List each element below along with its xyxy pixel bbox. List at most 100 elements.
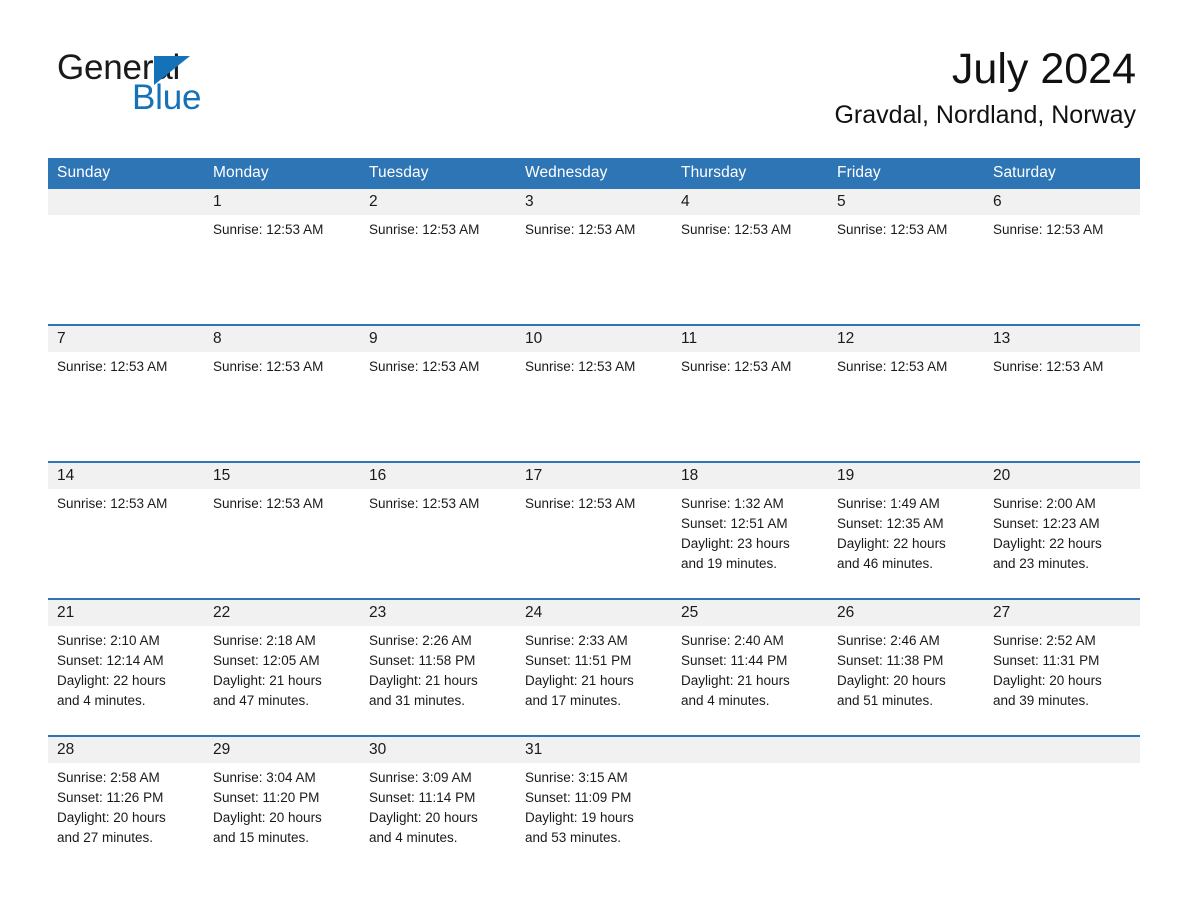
day-number-band — [984, 737, 1140, 763]
weekday-header-friday: Friday — [828, 158, 984, 189]
day-cell-body: Sunrise: 2:58 AM Sunset: 11:26 PM Daylig… — [48, 763, 204, 848]
sun-times-text: Sunrise: 12:53 AM — [213, 496, 324, 511]
calendar-day-cell[interactable]: 6 Sunrise: 12:53 AM — [984, 189, 1140, 325]
day-cell-body: Sunrise: 12:53 AM — [984, 215, 1140, 240]
calendar-day-cell[interactable]: 15 Sunrise: 12:53 AM — [204, 462, 360, 599]
calendar-day-cell[interactable]: 13 Sunrise: 12:53 AM — [984, 325, 1140, 462]
calendar-day-cell[interactable]: 22 Sunrise: 2:18 AM Sunset: 12:05 AM Dayl… — [204, 599, 360, 736]
day-number-band: 9 — [360, 326, 516, 352]
day-number-band: 4 — [672, 189, 828, 215]
sun-times-text: Sunrise: 2:26 AM Sunset: 11:58 PM Daylig… — [369, 633, 478, 708]
calendar-day-cell[interactable]: 12 Sunrise: 12:53 AM — [828, 325, 984, 462]
day-number-band: 24 — [516, 600, 672, 626]
sun-times-text: Sunrise: 12:53 AM — [525, 496, 636, 511]
day-number-band: 10 — [516, 326, 672, 352]
calendar-day-cell[interactable]: 4 Sunrise: 12:53 AM — [672, 189, 828, 325]
day-cell-body: Sunrise: 12:53 AM — [672, 352, 828, 377]
calendar-day-cell[interactable]: 30 Sunrise: 3:09 AM Sunset: 11:14 PM Dayl… — [360, 736, 516, 855]
page-title: July 2024 — [951, 45, 1136, 93]
day-number-band — [48, 189, 204, 215]
day-number: 8 — [213, 330, 222, 347]
day-number-band: 5 — [828, 189, 984, 215]
calendar-day-cell[interactable]: 16 Sunrise: 12:53 AM — [360, 462, 516, 599]
day-number: 24 — [525, 604, 543, 621]
sun-times-text: Sunrise: 2:00 AM Sunset: 12:23 AM Daylig… — [993, 496, 1102, 571]
day-number: 21 — [57, 604, 75, 621]
day-number-band: 3 — [516, 189, 672, 215]
sun-times-text: Sunrise: 12:53 AM — [213, 359, 324, 374]
day-number-band: 14 — [48, 463, 204, 489]
calendar-day-cell[interactable]: 31 Sunrise: 3:15 AM Sunset: 11:09 PM Dayl… — [516, 736, 672, 855]
calendar-day-cell[interactable]: 9 Sunrise: 12:53 AM — [360, 325, 516, 462]
calendar-day-cell[interactable]: 3 Sunrise: 12:53 AM — [516, 189, 672, 325]
sun-times-text: Sunrise: 12:53 AM — [525, 222, 636, 237]
sun-times-text: Sunrise: 12:53 AM — [993, 359, 1104, 374]
sun-times-text: Sunrise: 12:53 AM — [369, 496, 480, 511]
sun-times-text: Sunrise: 3:15 AM Sunset: 11:09 PM Daylig… — [525, 770, 634, 845]
day-cell-body: Sunrise: 12:53 AM — [516, 215, 672, 240]
day-number-band: 16 — [360, 463, 516, 489]
weekday-header-tuesday: Tuesday — [360, 158, 516, 189]
calendar-day-cell[interactable]: 28 Sunrise: 2:58 AM Sunset: 11:26 PM Dayl… — [48, 736, 204, 855]
day-cell-body: Sunrise: 3:09 AM Sunset: 11:14 PM Daylig… — [360, 763, 516, 848]
calendar-day-cell[interactable]: 8 Sunrise: 12:53 AM — [204, 325, 360, 462]
day-number: 9 — [369, 330, 378, 347]
calendar-day-cell[interactable]: 10 Sunrise: 12:53 AM — [516, 325, 672, 462]
day-number: 7 — [57, 330, 66, 347]
sun-times-text: Sunrise: 12:53 AM — [993, 222, 1104, 237]
sun-times-text: Sunrise: 12:53 AM — [369, 359, 480, 374]
calendar-day-cell[interactable]: 19 Sunrise: 1:49 AM Sunset: 12:35 AM Dayl… — [828, 462, 984, 599]
day-number: 10 — [525, 330, 543, 347]
day-cell-body: Sunrise: 12:53 AM — [516, 489, 672, 514]
weekday-header-monday: Monday — [204, 158, 360, 189]
day-number-band: 15 — [204, 463, 360, 489]
calendar-day-cell[interactable]: 5 Sunrise: 12:53 AM — [828, 189, 984, 325]
calendar-day-cell[interactable]: 27 Sunrise: 2:52 AM Sunset: 11:31 PM Dayl… — [984, 599, 1140, 736]
day-number: 1 — [213, 193, 222, 210]
day-number: 5 — [837, 193, 846, 210]
sun-times-text: Sunrise: 12:53 AM — [57, 359, 168, 374]
calendar-day-cell[interactable]: 21 Sunrise: 2:10 AM Sunset: 12:14 AM Dayl… — [48, 599, 204, 736]
day-number: 19 — [837, 467, 855, 484]
day-number-band: 19 — [828, 463, 984, 489]
day-number-band: 29 — [204, 737, 360, 763]
sun-times-text: Sunrise: 2:10 AM Sunset: 12:14 AM Daylig… — [57, 633, 166, 708]
sun-times-text: Sunrise: 12:53 AM — [681, 359, 792, 374]
calendar-day-cell[interactable]: 7 Sunrise: 12:53 AM — [48, 325, 204, 462]
calendar-table: Sunday Monday Tuesday Wednesday Thursday… — [48, 158, 1140, 855]
sun-times-text: Sunrise: 3:09 AM Sunset: 11:14 PM Daylig… — [369, 770, 478, 845]
day-cell-body: Sunrise: 12:53 AM — [204, 489, 360, 514]
generalblue-logo[interactable]: General Blue — [57, 50, 317, 120]
day-number: 4 — [681, 193, 690, 210]
day-number-band: 6 — [984, 189, 1140, 215]
calendar-day-cell[interactable]: 17 Sunrise: 12:53 AM — [516, 462, 672, 599]
weekday-header-wednesday: Wednesday — [516, 158, 672, 189]
sun-times-text: Sunrise: 2:46 AM Sunset: 11:38 PM Daylig… — [837, 633, 946, 708]
day-cell-body: Sunrise: 12:53 AM — [984, 352, 1140, 377]
day-cell-body: Sunrise: 12:53 AM — [828, 215, 984, 240]
calendar-day-cell[interactable]: 20 Sunrise: 2:00 AM Sunset: 12:23 AM Dayl… — [984, 462, 1140, 599]
day-cell-body: Sunrise: 12:53 AM — [828, 352, 984, 377]
calendar-day-cell[interactable]: 24 Sunrise: 2:33 AM Sunset: 11:51 PM Dayl… — [516, 599, 672, 736]
day-number: 22 — [213, 604, 231, 621]
day-number-band: 11 — [672, 326, 828, 352]
day-number-band: 23 — [360, 600, 516, 626]
calendar-day-cell[interactable]: 29 Sunrise: 3:04 AM Sunset: 11:20 PM Dayl… — [204, 736, 360, 855]
day-number-band: 13 — [984, 326, 1140, 352]
day-number-band: 12 — [828, 326, 984, 352]
calendar-empty-cell — [984, 736, 1140, 855]
calendar-week-row: 14 Sunrise: 12:53 AM 15 Sunrise: 12:53 AM 16… — [48, 462, 1140, 599]
calendar-day-cell[interactable]: 1 Sunrise: 12:53 AM — [204, 189, 360, 325]
calendar-day-cell[interactable]: 2 Sunrise: 12:53 AM — [360, 189, 516, 325]
calendar-day-cell[interactable]: 11 Sunrise: 12:53 AM — [672, 325, 828, 462]
calendar-day-cell[interactable]: 25 Sunrise: 2:40 AM Sunset: 11:44 PM Dayl… — [672, 599, 828, 736]
calendar-day-cell[interactable]: 14 Sunrise: 12:53 AM — [48, 462, 204, 599]
calendar-day-cell[interactable]: 26 Sunrise: 2:46 AM Sunset: 11:38 PM Dayl… — [828, 599, 984, 736]
day-cell-body: Sunrise: 2:26 AM Sunset: 11:58 PM Daylig… — [360, 626, 516, 711]
sun-times-text: Sunrise: 2:33 AM Sunset: 11:51 PM Daylig… — [525, 633, 634, 708]
day-number: 30 — [369, 741, 387, 758]
calendar-day-cell[interactable]: 23 Sunrise: 2:26 AM Sunset: 11:58 PM Dayl… — [360, 599, 516, 736]
calendar-day-cell[interactable]: 18 Sunrise: 1:32 AM Sunset: 12:51 AM Dayl… — [672, 462, 828, 599]
calendar-header-row: Sunday Monday Tuesday Wednesday Thursday… — [48, 158, 1140, 189]
day-cell-body: Sunrise: 3:04 AM Sunset: 11:20 PM Daylig… — [204, 763, 360, 848]
